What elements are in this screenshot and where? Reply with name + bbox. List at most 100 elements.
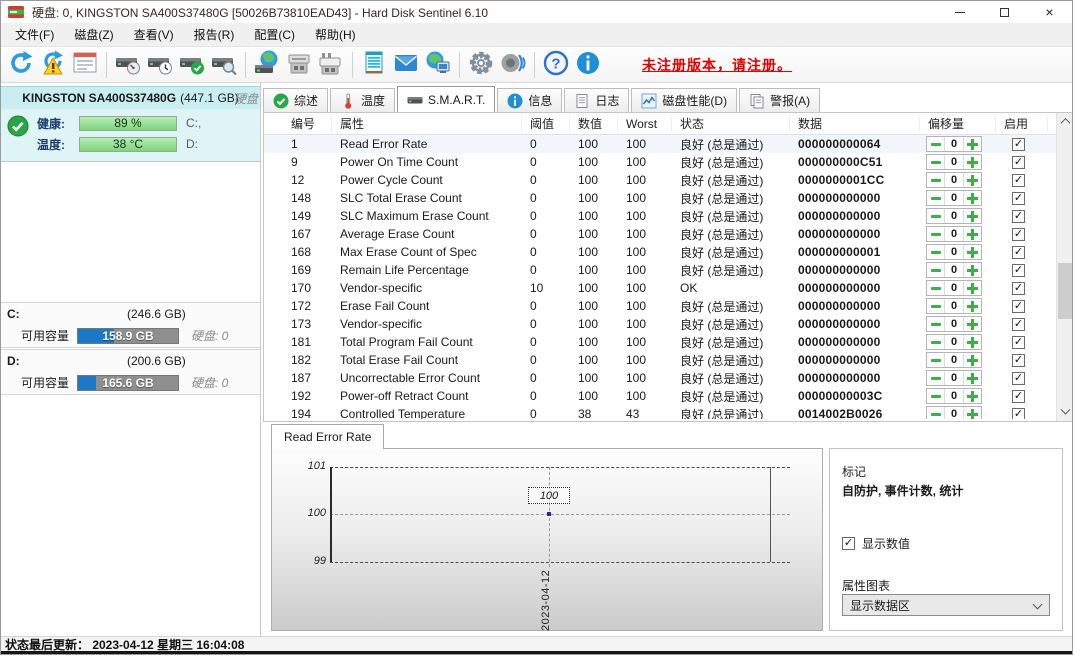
close-button[interactable]: × xyxy=(1027,1,1072,23)
tab-performance[interactable]: 磁盘性能(D) xyxy=(631,88,737,112)
offset-increase-button[interactable] xyxy=(963,245,981,259)
offset-decrease-button[interactable] xyxy=(927,281,945,295)
offset-stepper[interactable]: 0 xyxy=(926,208,982,224)
header-value[interactable]: 数值 xyxy=(570,116,618,132)
toolbar-disk-test-button[interactable] xyxy=(177,50,207,80)
table-row[interactable]: 1Read Error Rate0100100良好 (总是通过)00000000… xyxy=(264,135,1073,153)
offset-decrease-button[interactable] xyxy=(927,335,945,349)
enabled-checkbox[interactable]: ✓ xyxy=(1012,408,1025,420)
chart-attribute-tab[interactable]: Read Error Rate xyxy=(271,424,384,449)
table-row[interactable]: 167Average Erase Count0100100良好 (总是通过)00… xyxy=(264,225,1073,243)
scroll-up-button[interactable] xyxy=(1057,113,1073,130)
enabled-checkbox[interactable]: ✓ xyxy=(1012,390,1025,403)
tab-information[interactable]: 信息 xyxy=(497,88,562,112)
enabled-checkbox[interactable]: ✓ xyxy=(1012,246,1025,259)
offset-decrease-button[interactable] xyxy=(927,137,945,151)
header-status[interactable]: 状态 xyxy=(672,116,790,132)
offset-decrease-button[interactable] xyxy=(927,371,945,385)
toolbar-disk-gauge-button[interactable] xyxy=(113,50,143,80)
offset-increase-button[interactable] xyxy=(963,335,981,349)
offset-decrease-button[interactable] xyxy=(927,299,945,313)
enabled-checkbox[interactable]: ✓ xyxy=(1012,228,1025,241)
header-threshold[interactable]: 阈值 xyxy=(522,116,570,132)
tab-alerts[interactable]: 警报(A) xyxy=(739,88,820,112)
tab-temperature[interactable]: 温度 xyxy=(330,88,395,112)
menu-item-help[interactable]: 帮助(H) xyxy=(305,23,366,46)
offset-stepper[interactable]: 0 xyxy=(926,154,982,170)
menu-item-disk[interactable]: 磁盘(Z) xyxy=(64,23,123,46)
tab-log[interactable]: 日志 xyxy=(564,88,629,112)
offset-increase-button[interactable] xyxy=(963,155,981,169)
offset-increase-button[interactable] xyxy=(963,137,981,151)
enabled-checkbox[interactable]: ✓ xyxy=(1012,354,1025,367)
table-row[interactable]: 194Controlled Temperature03843良好 (总是通过)0… xyxy=(264,405,1073,419)
header-attribute[interactable]: 属性 xyxy=(332,116,522,132)
offset-stepper[interactable]: 0 xyxy=(926,262,982,278)
volume-d-panel[interactable]: D: (200.6 GB) 可用容量 165.6 GB 硬盘: 0 xyxy=(1,349,260,395)
offset-increase-button[interactable] xyxy=(963,317,981,331)
enabled-checkbox[interactable]: ✓ xyxy=(1012,174,1025,187)
offset-decrease-button[interactable] xyxy=(927,407,945,419)
offset-increase-button[interactable] xyxy=(963,407,981,419)
offset-decrease-button[interactable] xyxy=(927,317,945,331)
enabled-checkbox[interactable]: ✓ xyxy=(1012,210,1025,223)
offset-stepper[interactable]: 0 xyxy=(926,136,982,152)
table-row[interactable]: 172Erase Fail Count0100100良好 (总是通过)00000… xyxy=(264,297,1073,315)
offset-increase-button[interactable] xyxy=(963,191,981,205)
toolbar-report-window-button[interactable] xyxy=(70,50,100,80)
show-values-checkbox[interactable]: ✓ xyxy=(842,537,855,550)
offset-decrease-button[interactable] xyxy=(927,209,945,223)
offset-decrease-button[interactable] xyxy=(927,263,945,277)
toolbar-refresh-warning-button[interactable] xyxy=(38,50,68,80)
offset-decrease-button[interactable] xyxy=(927,191,945,205)
header-data[interactable]: 数据 xyxy=(790,116,920,132)
menu-item-report[interactable]: 报告(R) xyxy=(184,23,245,46)
enabled-checkbox[interactable]: ✓ xyxy=(1012,336,1025,349)
offset-decrease-button[interactable] xyxy=(927,173,945,187)
offset-stepper[interactable]: 0 xyxy=(926,352,982,368)
enabled-checkbox[interactable]: ✓ xyxy=(1012,156,1025,169)
tab-overview[interactable]: 综述 xyxy=(263,88,328,112)
toolbar-sound-button[interactable] xyxy=(498,50,528,80)
offset-increase-button[interactable] xyxy=(963,353,981,367)
table-row[interactable]: 9Power On Time Count0100100良好 (总是通过)0000… xyxy=(264,153,1073,171)
table-row[interactable]: 173Vendor-specific0100100良好 (总是通过)000000… xyxy=(264,315,1073,333)
table-row[interactable]: 12Power Cycle Count0100100良好 (总是通过)00000… xyxy=(264,171,1073,189)
minimize-button[interactable] xyxy=(937,1,982,23)
maximize-button[interactable] xyxy=(982,1,1027,23)
toolbar-network-disk-button[interactable] xyxy=(252,50,282,80)
scrollbar-thumb[interactable] xyxy=(1058,263,1073,319)
offset-decrease-button[interactable] xyxy=(927,155,945,169)
enabled-checkbox[interactable]: ✓ xyxy=(1012,264,1025,277)
offset-decrease-button[interactable] xyxy=(927,227,945,241)
table-row[interactable]: 168Max Erase Count of Spec0100100良好 (总是通… xyxy=(264,243,1073,261)
header-id[interactable]: 编号 xyxy=(264,116,332,132)
offset-increase-button[interactable] xyxy=(963,173,981,187)
offset-increase-button[interactable] xyxy=(963,389,981,403)
offset-increase-button[interactable] xyxy=(963,299,981,313)
enabled-checkbox[interactable]: ✓ xyxy=(1012,300,1025,313)
offset-stepper[interactable]: 0 xyxy=(926,298,982,314)
menu-item-file[interactable]: 文件(F) xyxy=(5,23,64,46)
table-row[interactable]: 148SLC Total Erase Count0100100良好 (总是通过)… xyxy=(264,189,1073,207)
table-row[interactable]: 182Total Erase Fail Count0100100良好 (总是通过… xyxy=(264,351,1073,369)
header-enabled[interactable]: 启用 xyxy=(996,116,1048,132)
toolbar-disk-eject-button[interactable] xyxy=(284,50,314,80)
attribute-chart-select[interactable]: 显示数据区 xyxy=(842,594,1050,616)
offset-stepper[interactable]: 0 xyxy=(926,172,982,188)
offset-increase-button[interactable] xyxy=(963,281,981,295)
toolbar-refresh-button[interactable] xyxy=(6,50,36,80)
toolbar-notes-button[interactable] xyxy=(359,50,389,80)
enabled-checkbox[interactable]: ✓ xyxy=(1012,282,1025,295)
toolbar-info-button[interactable] xyxy=(573,50,603,80)
header-offset[interactable]: 偏移量 xyxy=(920,116,996,132)
offset-stepper[interactable]: 0 xyxy=(926,370,982,386)
enabled-checkbox[interactable]: ✓ xyxy=(1012,318,1025,331)
table-row[interactable]: 187Uncorrectable Error Count0100100良好 (总… xyxy=(264,369,1073,387)
offset-stepper[interactable]: 0 xyxy=(926,388,982,404)
offset-increase-button[interactable] xyxy=(963,227,981,241)
offset-stepper[interactable]: 0 xyxy=(926,190,982,206)
offset-stepper[interactable]: 0 xyxy=(926,280,982,296)
show-values-option[interactable]: ✓ 显示数值 xyxy=(842,535,910,552)
enabled-checkbox[interactable]: ✓ xyxy=(1012,138,1025,151)
